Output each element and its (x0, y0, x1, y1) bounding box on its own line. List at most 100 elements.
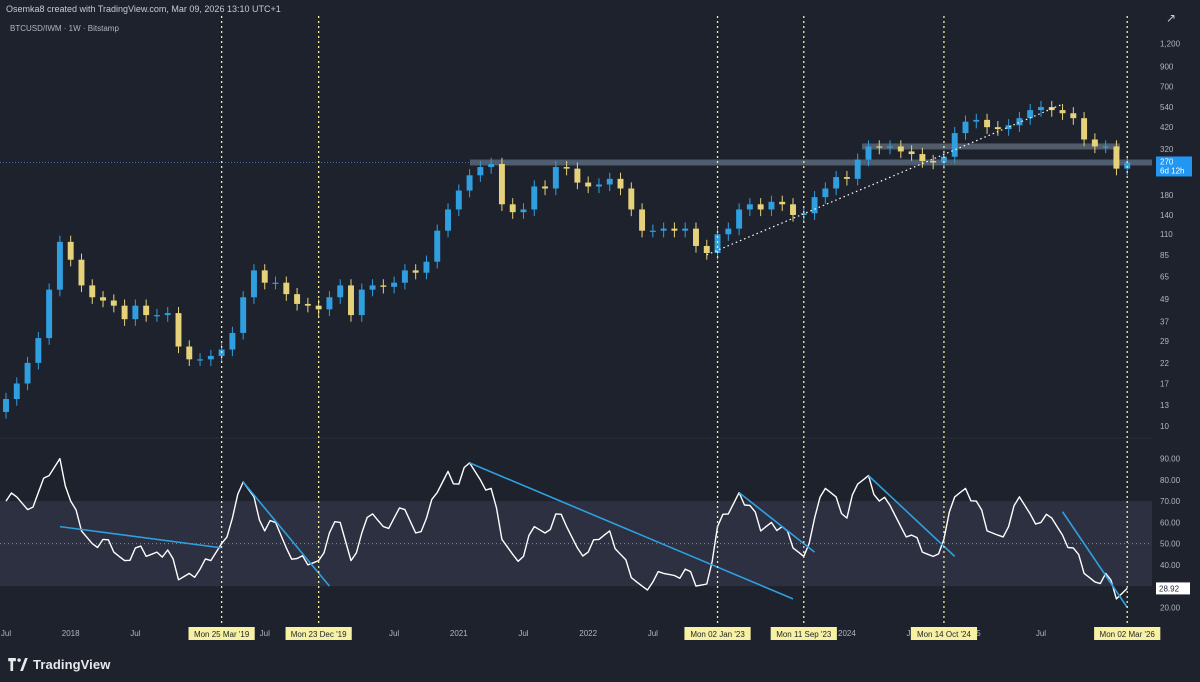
candle (1059, 110, 1066, 114)
candle (132, 305, 139, 320)
candle (693, 228, 699, 246)
logo-text: TradingView (33, 657, 111, 672)
candle (358, 289, 365, 316)
date-marker-label: Mon 14 Oct '24 (917, 630, 972, 639)
tradingview-logo[interactable]: TradingView (8, 657, 110, 672)
candle (13, 383, 20, 400)
candle (272, 282, 279, 284)
price-axis-tick: 29 (1160, 337, 1169, 346)
date-marker-label: Mon 23 Dec '19 (291, 630, 347, 639)
time-axis-tick: Jul (130, 629, 140, 638)
date-marker-label: Mon 11 Sep '23 (776, 630, 832, 639)
candle (229, 332, 236, 350)
candle (186, 346, 193, 360)
candle (833, 177, 840, 189)
candle (552, 167, 559, 189)
candle (736, 209, 743, 229)
candle (326, 297, 333, 310)
oscillator-axis-tick: 80.00 (1160, 476, 1181, 485)
candle (595, 184, 602, 187)
candle (261, 270, 268, 283)
candle (401, 270, 408, 283)
candle (542, 186, 549, 189)
candle (369, 285, 376, 290)
candle (1027, 110, 1034, 119)
candle (682, 228, 689, 231)
candle (348, 285, 354, 316)
candle (412, 270, 419, 273)
candle (779, 201, 786, 205)
candle (671, 228, 678, 231)
candle (46, 289, 53, 339)
price-axis-tick: 110 (1160, 230, 1173, 239)
candle (876, 146, 883, 148)
price-axis-tick: 540 (1160, 103, 1174, 112)
time-axis-tick: Jul (260, 629, 270, 638)
candle (143, 305, 150, 316)
candle (455, 190, 462, 210)
candle (250, 270, 257, 298)
time-axis-tick: Jul (389, 629, 399, 638)
date-marker-label: Mon 02 Jan '23 (690, 630, 745, 639)
candle (994, 127, 1001, 130)
chart-canvas[interactable]: 1,200 900 700 540 420 320 180 140 110 85 65 49 37 29 2… (0, 0, 1200, 682)
price-axis-tick: 49 (1160, 295, 1169, 304)
oscillator-axis-tick: 40.00 (1160, 561, 1181, 570)
time-axis-tick: 2022 (579, 629, 597, 638)
time-axis-tick: 2021 (450, 629, 468, 638)
candle (1081, 118, 1088, 140)
candle (811, 197, 818, 214)
candle (89, 285, 96, 298)
last-price-value: 270 (1160, 157, 1174, 166)
date-marker-label: Mon 25 Mar '19 (194, 630, 250, 639)
rising-trendline (706, 103, 1063, 256)
candle (887, 146, 894, 148)
price-axis-tick: 1,200 (1160, 39, 1181, 48)
price-axis-tick: 320 (1160, 145, 1174, 154)
candle (897, 146, 904, 152)
price-axis-tick: 700 (1160, 82, 1174, 91)
candle (843, 177, 850, 179)
candle (56, 241, 63, 290)
candle (240, 297, 247, 333)
candle (24, 362, 31, 384)
time-axis-tick: 2018 (62, 629, 80, 638)
candle (973, 119, 980, 122)
candle (962, 121, 969, 134)
candle (477, 167, 484, 176)
oscillator-axis-tick: 90.00 (1160, 455, 1181, 464)
tradingview-logo-icon (8, 658, 28, 671)
candle (563, 167, 570, 169)
candle (574, 168, 581, 183)
candle (628, 188, 635, 210)
oscillator-last-value: 28.92 (1159, 584, 1180, 593)
candle (822, 188, 829, 198)
candle (531, 186, 538, 210)
candle (3, 399, 9, 412)
price-axis-tick: 900 (1160, 62, 1174, 71)
candle (660, 228, 667, 231)
candle (294, 294, 301, 304)
candle (585, 182, 592, 187)
candle (488, 163, 495, 168)
candle (100, 297, 106, 301)
candle (703, 245, 710, 253)
price-axis-tick: 420 (1160, 123, 1174, 132)
time-axis-tick: Jul (518, 629, 528, 638)
price-axis-tick: 180 (1160, 191, 1174, 200)
candle (164, 313, 171, 316)
candle (466, 175, 473, 191)
price-axis-tick: 10 (1160, 422, 1169, 431)
candle (445, 209, 451, 231)
candle (1091, 139, 1098, 147)
candle (304, 303, 311, 306)
candle (509, 204, 516, 213)
candle (757, 204, 764, 210)
candle (35, 338, 42, 363)
candle (67, 241, 74, 260)
candle (725, 228, 732, 235)
time-axis-tick: 2024 (838, 629, 856, 638)
candle (175, 313, 182, 347)
candle (930, 161, 937, 163)
candle (1016, 118, 1023, 126)
